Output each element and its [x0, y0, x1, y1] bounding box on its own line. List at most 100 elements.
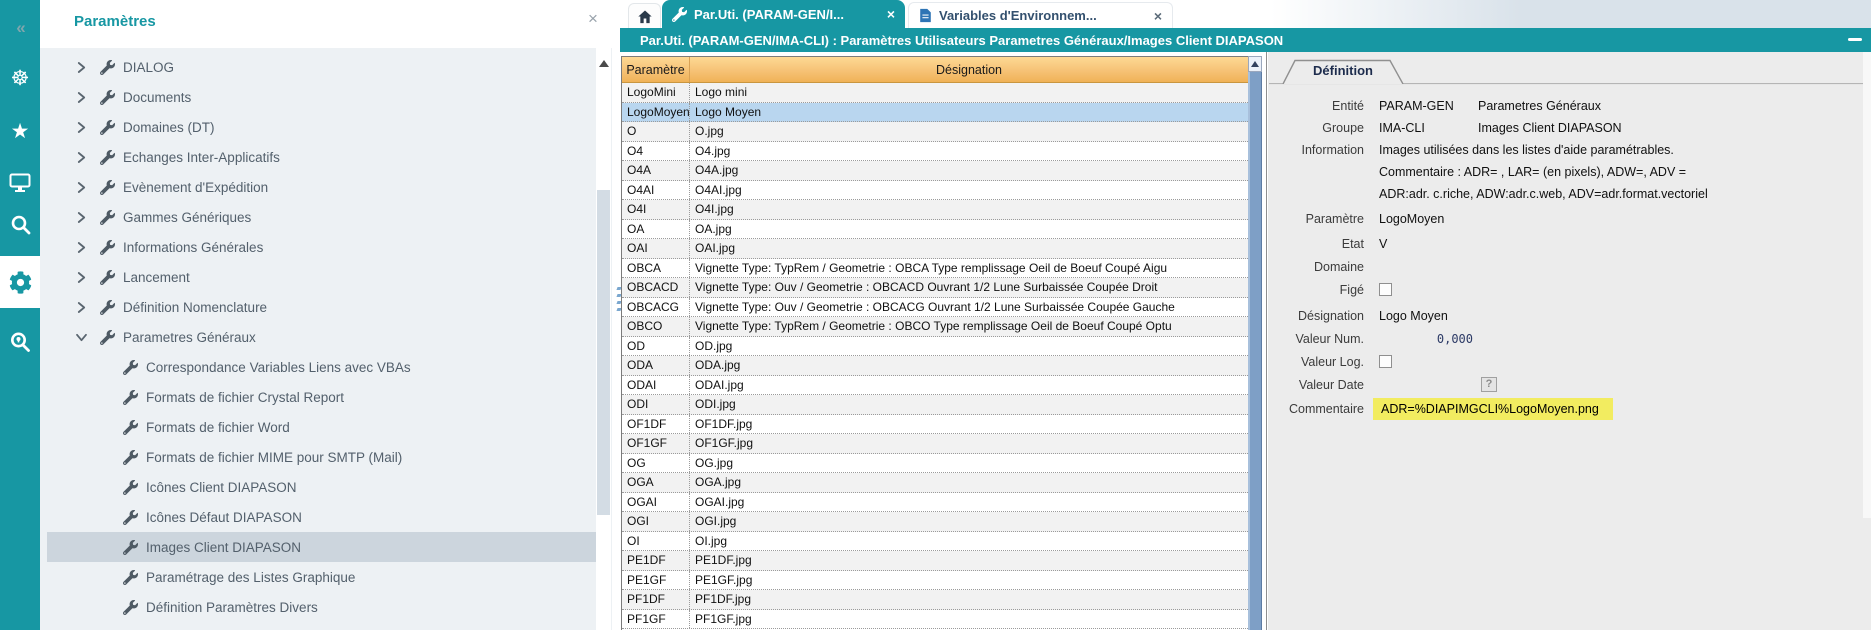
- sidebar-item-param-trage-des-listes-graphique[interactable]: Paramétrage des Listes Graphique: [47, 562, 596, 592]
- sidebar-item-ev-nement-d-exp-dition[interactable]: Evènement d'Expédition: [47, 172, 596, 202]
- chevron-right-icon[interactable]: [77, 301, 100, 313]
- sidebar-item-parametres-g-n-raux[interactable]: Parametres Généraux: [47, 322, 596, 352]
- sidebar-scrollbar[interactable]: [596, 48, 611, 630]
- sidebar-item-d-finition-nomenclature[interactable]: Définition Nomenclature: [47, 292, 596, 322]
- parameters-table: Paramètre Désignation LogoMini Logo mini…: [621, 56, 1248, 630]
- sidebar-item-ic-nes-client-diapason[interactable]: Icônes Client DIAPASON: [47, 472, 596, 502]
- wrench-icon: [123, 450, 138, 465]
- wrench-icon: [100, 90, 115, 105]
- wrench-icon: [100, 270, 115, 285]
- chevron-right-icon[interactable]: [77, 181, 100, 193]
- table-row[interactable]: PF1GF PF1GF.jpg: [622, 610, 1248, 630]
- collapse-sidebar-icon[interactable]: «: [0, 8, 40, 48]
- table-row[interactable]: O4I O4I.jpg: [622, 200, 1248, 220]
- table-row[interactable]: OG OG.jpg: [622, 454, 1248, 474]
- table-row[interactable]: OAI OAI.jpg: [622, 239, 1248, 259]
- chevron-right-icon[interactable]: [77, 91, 100, 103]
- table-row[interactable]: LogoMini Logo mini: [622, 83, 1248, 103]
- table-row[interactable]: OBCACD Vignette Type: Ouv / Geometrie : …: [622, 278, 1248, 298]
- sidebar-item-gammes-g-n-riques[interactable]: Gammes Génériques: [47, 202, 596, 232]
- table-row[interactable]: OI OI.jpg: [622, 532, 1248, 552]
- scroll-up-arrow-icon[interactable]: [599, 60, 609, 67]
- table-row[interactable]: O O.jpg: [622, 122, 1248, 142]
- chevron-down-icon[interactable]: [77, 331, 100, 343]
- table-row[interactable]: OF1DF OF1DF.jpg: [622, 415, 1248, 435]
- parametre-value: LogoMoyen: [1379, 210, 1444, 228]
- sidebar-item-images-client-diapason[interactable]: Images Client DIAPASON: [47, 532, 596, 562]
- table-row[interactable]: OGAI OGAI.jpg: [622, 493, 1248, 513]
- settings-gear-icon[interactable]: [0, 256, 40, 308]
- cell-parametre: OAI: [622, 239, 690, 258]
- column-header-designation[interactable]: Désignation: [690, 57, 1248, 82]
- cell-designation: O4AI.jpg: [690, 181, 1248, 200]
- tab-definition[interactable]: Définition: [1282, 59, 1404, 84]
- table-row[interactable]: OBCA Vignette Type: TypRem / Geometrie :…: [622, 259, 1248, 279]
- tab-variables-environnement[interactable]: Variables d'Environnem... ×: [908, 2, 1173, 28]
- search-icon[interactable]: [0, 204, 40, 244]
- date-help-button[interactable]: ?: [1481, 377, 1497, 392]
- star-icon[interactable]: ★: [0, 111, 40, 151]
- sidebar-item-lancement[interactable]: Lancement: [47, 262, 596, 292]
- minimize-dash-icon[interactable]: [1848, 38, 1862, 41]
- table-row[interactable]: OBCACG Vignette Type: Ouv / Geometrie : …: [622, 298, 1248, 318]
- table-row[interactable]: ODAI ODAI.jpg: [622, 376, 1248, 396]
- sidebar-item-label: Formats de fichier Word: [146, 420, 290, 435]
- monitor-icon[interactable]: [0, 162, 40, 202]
- cell-designation: PE1GF.jpg: [690, 571, 1248, 590]
- tab-param-utilisateurs[interactable]: Par.Uti. (PARAM-GEN/I... ×: [662, 0, 905, 28]
- sidebar-item-dialog[interactable]: DIALOG: [47, 52, 596, 82]
- sidebar-item-formats-de-fichier-word[interactable]: Formats de fichier Word: [47, 412, 596, 442]
- chevron-right-icon[interactable]: [77, 61, 100, 73]
- sidebar-item-formats-de-fichier-crystal-report[interactable]: Formats de fichier Crystal Report: [47, 382, 596, 412]
- table-row[interactable]: ODI ODI.jpg: [622, 395, 1248, 415]
- scroll-up-button[interactable]: [1248, 56, 1262, 72]
- sidebar-item-correspondance-variables-liens-avec-vbas[interactable]: Correspondance Variables Liens avec VBAs: [47, 352, 596, 382]
- cell-designation: PF1GF.jpg: [690, 610, 1248, 629]
- table-row[interactable]: O4A O4A.jpg: [622, 161, 1248, 181]
- valeur-log-checkbox[interactable]: [1379, 355, 1392, 368]
- table-scrollbar[interactable]: [1248, 56, 1262, 630]
- table-row[interactable]: PE1DF PE1DF.jpg: [622, 551, 1248, 571]
- table-scrollbar-thumb[interactable]: [1248, 72, 1262, 630]
- sidebar-item-domaines-dt[interactable]: Domaines (DT): [47, 112, 596, 142]
- cell-designation: OF1DF.jpg: [690, 415, 1248, 434]
- close-icon[interactable]: ×: [588, 9, 598, 29]
- chevron-right-icon[interactable]: [77, 121, 100, 133]
- table-row[interactable]: OA OA.jpg: [622, 220, 1248, 240]
- sidebar-item-ic-nes-d-faut-diapason[interactable]: Icônes Défaut DIAPASON: [47, 502, 596, 532]
- table-row[interactable]: OD OD.jpg: [622, 337, 1248, 357]
- sidebar-item-echanges-inter-applicatifs[interactable]: Echanges Inter-Applicatifs: [47, 142, 596, 172]
- chevron-right-icon[interactable]: [77, 271, 100, 283]
- table-row[interactable]: ODA ODA.jpg: [622, 356, 1248, 376]
- cell-parametre: LogoMoyen: [622, 103, 690, 122]
- commentaire-value[interactable]: ADR=%DIAPIMGCLI%LogoMoyen.png: [1373, 398, 1613, 420]
- column-header-parametre[interactable]: Paramètre: [622, 57, 690, 82]
- table-row[interactable]: OF1GF OF1GF.jpg: [622, 434, 1248, 454]
- sidebar-scrollbar-thumb[interactable]: [597, 190, 610, 515]
- search-settings-icon[interactable]: [0, 322, 40, 362]
- cell-designation: OGI.jpg: [690, 512, 1248, 531]
- table-row[interactable]: PE1GF PE1GF.jpg: [622, 571, 1248, 591]
- home-icon: [637, 9, 653, 24]
- table-row[interactable]: O4 O4.jpg: [622, 142, 1248, 162]
- tab-home[interactable]: [628, 3, 661, 28]
- chevron-right-icon[interactable]: [77, 241, 100, 253]
- table-row[interactable]: PF1DF PF1DF.jpg: [622, 590, 1248, 610]
- table-row[interactable]: OBCO Vignette Type: TypRem / Geometrie :…: [622, 317, 1248, 337]
- sidebar-item-informations-g-n-rales[interactable]: Informations Générales: [47, 232, 596, 262]
- sidebar-item-d-finition-param-tres-divers[interactable]: Définition Paramètres Divers: [47, 592, 596, 622]
- close-tab-icon[interactable]: ×: [1154, 8, 1162, 24]
- table-row[interactable]: OGA OGA.jpg: [622, 473, 1248, 493]
- sidebar-item-formats-de-fichier-mime-pour-smtp-mail[interactable]: Formats de fichier MIME pour SMTP (Mail): [47, 442, 596, 472]
- table-row[interactable]: O4AI O4AI.jpg: [622, 181, 1248, 201]
- chevron-right-icon[interactable]: [77, 151, 100, 163]
- table-row[interactable]: OGI OGI.jpg: [622, 512, 1248, 532]
- fige-checkbox[interactable]: [1379, 283, 1392, 296]
- cell-designation: OGA.jpg: [690, 473, 1248, 492]
- chevron-right-icon[interactable]: [77, 211, 100, 223]
- wrench-icon: [123, 600, 138, 615]
- helm-icon[interactable]: ☸: [0, 58, 40, 98]
- table-row[interactable]: LogoMoyen Logo Moyen: [622, 103, 1248, 123]
- close-tab-icon[interactable]: ×: [887, 6, 895, 22]
- sidebar-item-documents[interactable]: Documents: [47, 82, 596, 112]
